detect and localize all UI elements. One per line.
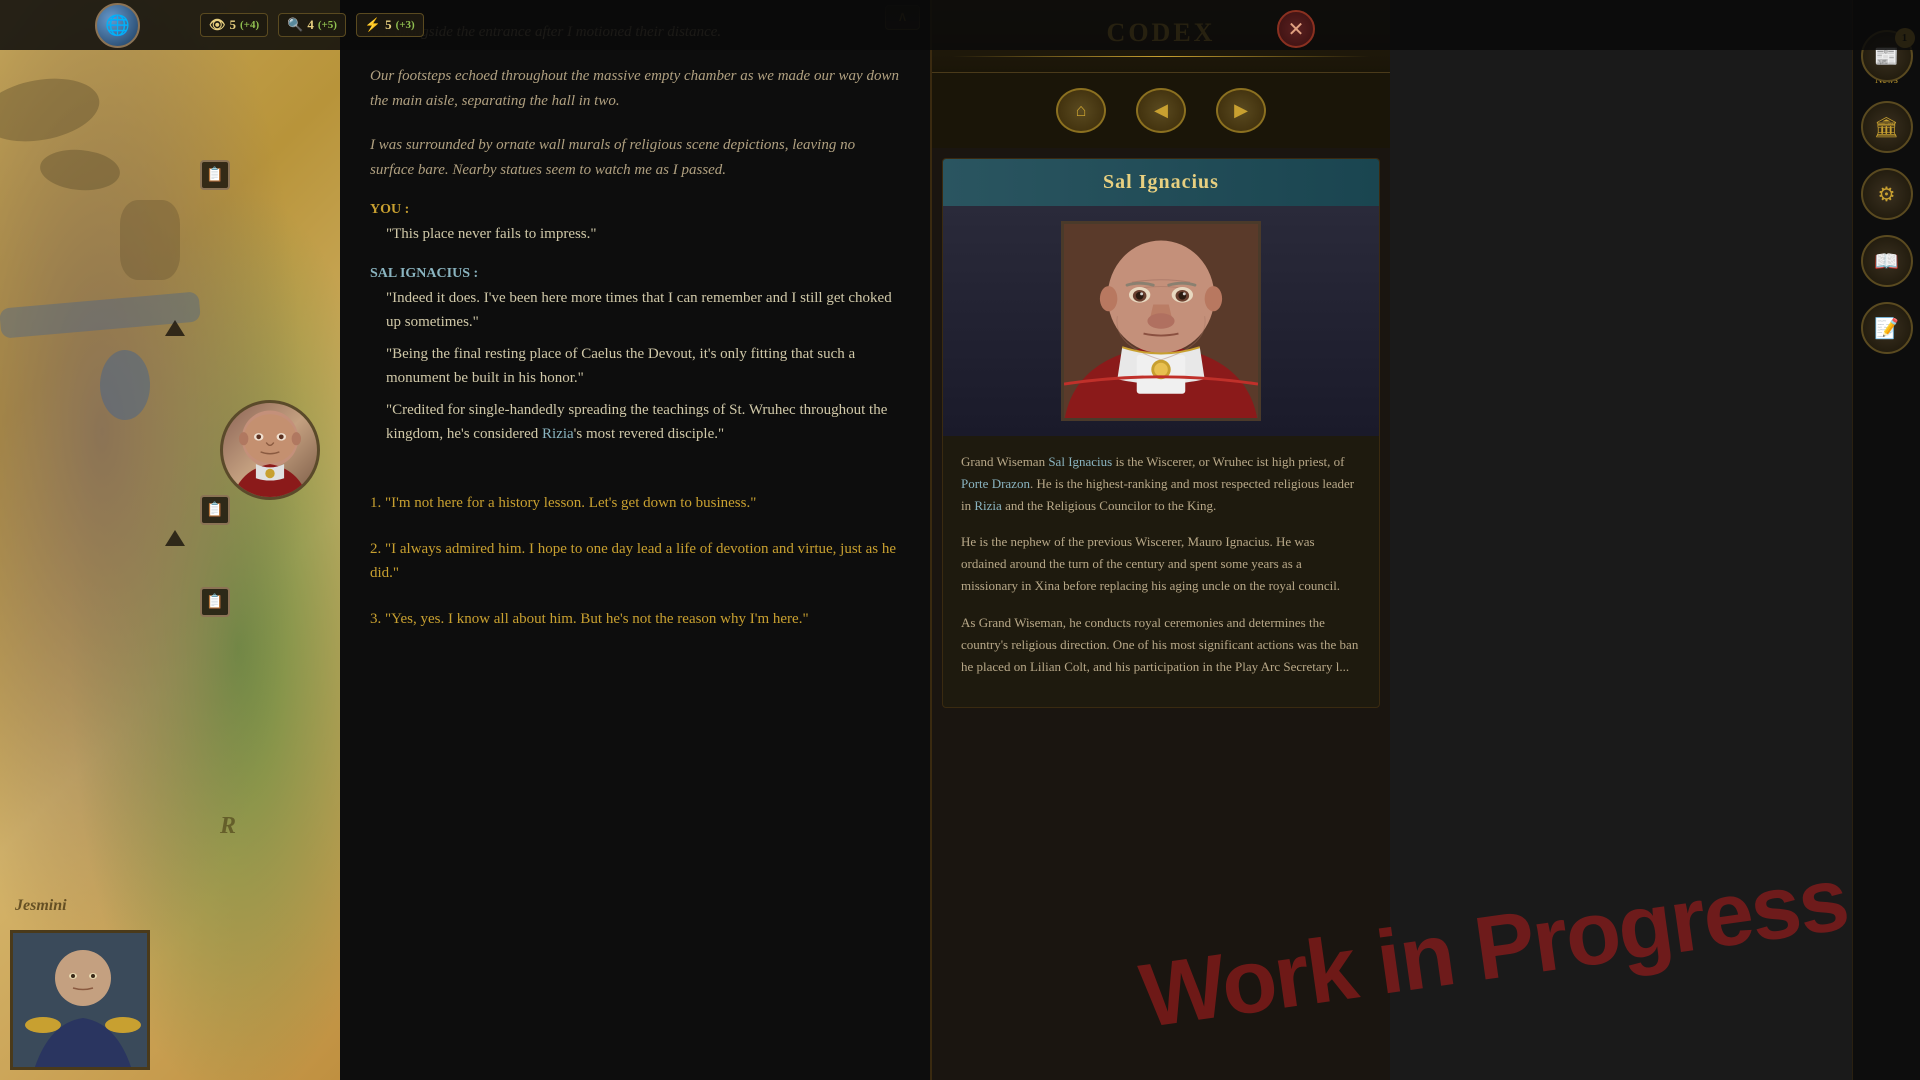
narration-text-3: I was surrounded by ornate wall murals o… <box>370 133 900 184</box>
portrait-frame <box>1061 221 1261 421</box>
codex-close-button[interactable]: ✕ <box>1277 10 1315 48</box>
character-card-sal: Sal Ignacius <box>942 158 1380 708</box>
codex-back-button[interactable]: ◀ <box>1136 88 1186 133</box>
codex-home-button[interactable]: ⌂ <box>1056 88 1106 133</box>
right-sidebar: 📰 1 News 🏛 ⚙ 📖 📝 <box>1852 0 1920 1080</box>
codex-panel: ✕ Codex ⌂ ◀ ▶ Sal Ignacius <box>930 0 1390 1080</box>
sal-portrait-svg <box>1064 221 1258 421</box>
rizia-link-dialogue[interactable]: Rizia <box>542 426 574 442</box>
map-marker-1[interactable]: 📋 <box>200 160 230 190</box>
eye-icon-1: 👁 <box>209 17 226 33</box>
codex-nav: ⌂ ◀ ▶ <box>932 73 1390 148</box>
dialogue-block-you: YOU : "This place never fails to impress… <box>370 202 900 246</box>
map-label-jesmini: Jesmini <box>15 897 67 915</box>
map-area: 📋 📋 📋 <box>0 0 340 1080</box>
dialogue-area: ∧ ace alongside the entrance after I mot… <box>340 0 930 1080</box>
character-portrait-on-map <box>220 400 320 500</box>
character-portrait-area <box>943 206 1379 436</box>
sal-dialogue-line-3: "Credited for single-handedly spreading … <box>386 398 900 446</box>
sal-ignacius-link[interactable]: Sal Ignacius <box>1048 454 1112 469</box>
sal-dialogue-line-1: "Indeed it does. I've been here more tim… <box>386 286 900 334</box>
narration-text-2: Our footsteps echoed throughout the mass… <box>370 64 900 115</box>
map-label-r: R <box>220 813 236 840</box>
character-card-header: Sal Ignacius <box>943 159 1379 206</box>
notes-button[interactable]: 📝 <box>1861 302 1913 354</box>
map-marker-2[interactable]: 📋 <box>200 495 230 525</box>
journal-button[interactable]: 📖 <box>1861 235 1913 287</box>
codex-para-3: As Grand Wiseman, he conducts royal cere… <box>961 612 1361 678</box>
choice-option-1[interactable]: 1. "I'm not here for a history lesson. L… <box>370 486 900 520</box>
speaker-label-you: YOU : <box>370 202 900 218</box>
map-marker-3[interactable]: 📋 <box>200 587 230 617</box>
character-name: Sal Ignacius <box>958 171 1364 194</box>
you-dialogue-line: "This place never fails to impress." <box>386 222 900 246</box>
codex-para-2: He is the nephew of the previous Wiscere… <box>961 531 1361 597</box>
choice-option-3[interactable]: 3. "Yes, yes. I know all about him. But … <box>370 602 900 636</box>
globe-button[interactable]: 🌐 <box>95 3 140 48</box>
stat-badge-3: ⚡ 5 (+3) <box>356 13 424 37</box>
institution-button[interactable]: 🏛 <box>1861 101 1913 153</box>
codex-divider <box>952 56 1370 57</box>
dialogue-block-sal: SAL IGNACIUS : "Indeed it does. I've bee… <box>370 266 900 446</box>
sal-dialogue-line-2: "Being the final resting place of Caelus… <box>386 342 900 390</box>
small-portrait-player <box>10 930 150 1070</box>
codex-content[interactable]: Sal Ignacius <box>932 148 1390 1080</box>
dialogue-scroll[interactable]: ace alongside the entrance after I motio… <box>340 0 930 1080</box>
relations-button[interactable]: ⚙ <box>1861 168 1913 220</box>
stat-3-bonus: (+3) <box>396 19 415 31</box>
codex-body-text: Grand Wiseman Sal Ignacius is the Wiscer… <box>943 436 1379 707</box>
stat-1-value: 5 <box>230 17 237 33</box>
stat-1-bonus: (+4) <box>240 19 259 31</box>
top-bar: 🌐 👁 5 (+4) 🔍 4 (+5) ⚡ 5 (+3) <box>0 0 1920 50</box>
stat-badge-1: 👁 5 (+4) <box>200 13 268 37</box>
codex-forward-button[interactable]: ▶ <box>1216 88 1266 133</box>
stat-2-bonus: (+5) <box>318 19 337 31</box>
rizia-link-codex[interactable]: Rizia <box>974 498 1001 513</box>
stat-3-value: 5 <box>385 17 392 33</box>
eye-icon-2: 🔍 <box>287 17 303 33</box>
stat-badge-2: 🔍 4 (+5) <box>278 13 346 37</box>
porte-drazon-link[interactable]: Porte Drazon <box>961 476 1030 491</box>
stat-2-value: 4 <box>307 17 314 33</box>
speaker-label-sal: SAL IGNACIUS : <box>370 266 900 282</box>
lightning-icon: ⚡ <box>365 17 381 33</box>
choice-option-2[interactable]: 2. "I always admired him. I hope to one … <box>370 532 900 590</box>
